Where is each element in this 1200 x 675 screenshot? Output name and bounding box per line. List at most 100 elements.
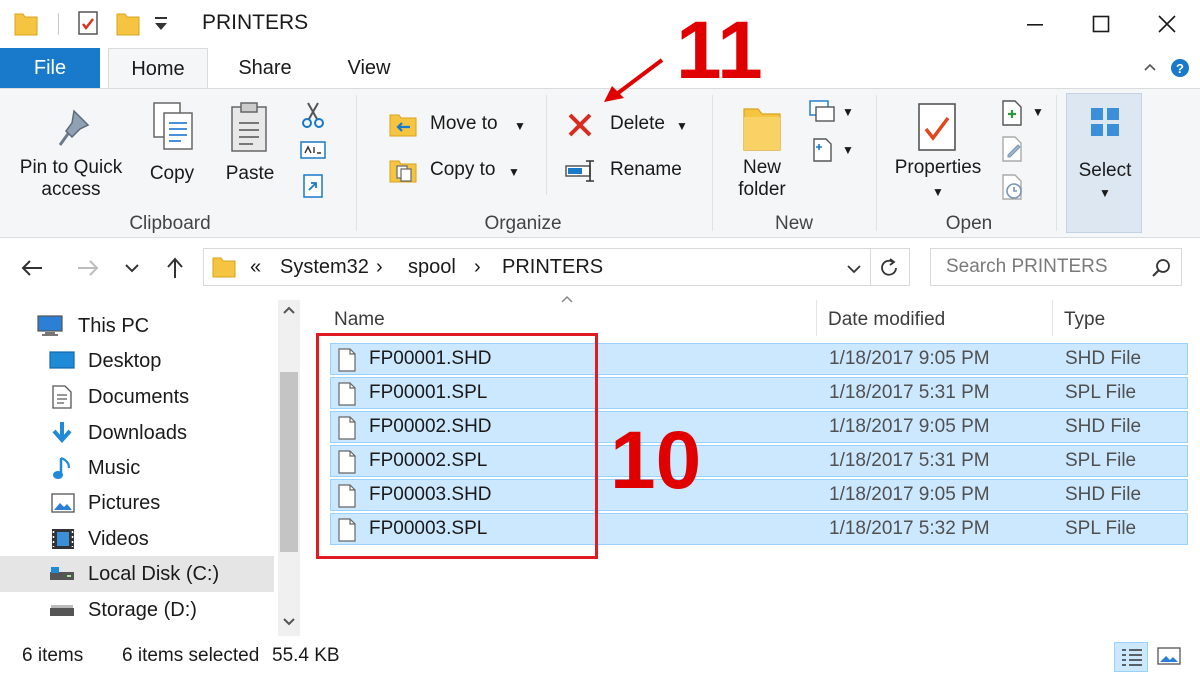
- history-icon[interactable]: [1000, 173, 1026, 201]
- chevron-down-icon[interactable]: [846, 263, 862, 275]
- collapse-ribbon-icon[interactable]: [1142, 60, 1158, 76]
- copy-icon: [153, 102, 193, 150]
- chevron-down-icon: ▼: [508, 165, 520, 179]
- pin-label-line2: access: [41, 179, 101, 200]
- sidebar-item-documents[interactable]: Documents: [0, 379, 278, 415]
- search-icon[interactable]: [1151, 258, 1171, 278]
- maximize-button[interactable]: [1068, 0, 1134, 48]
- column-header-date-modified[interactable]: Date modified: [828, 302, 1048, 338]
- videos-icon: [52, 529, 74, 549]
- tab-file[interactable]: File: [0, 48, 100, 88]
- easy-access-icon: [813, 138, 832, 162]
- documents-icon: [52, 385, 72, 409]
- copy-label: Copy: [149, 163, 195, 184]
- column-header-type[interactable]: Type: [1064, 302, 1184, 338]
- new-folder-button[interactable]: New folder: [726, 95, 798, 205]
- pin-to-quick-access-button[interactable]: Pin to Quick access: [14, 95, 128, 205]
- sidebar-item-label: This PC: [78, 314, 150, 337]
- file-date: 1/18/2017 9:05 PM: [829, 416, 990, 437]
- copy-button[interactable]: Copy: [140, 95, 204, 191]
- scrollbar-thumb[interactable]: [280, 372, 298, 552]
- search-input[interactable]: [931, 249, 1141, 285]
- sidebar-item-videos[interactable]: Videos: [0, 521, 278, 557]
- customize-quick-access-icon[interactable]: [152, 14, 170, 34]
- details-view-button[interactable]: [1114, 642, 1148, 672]
- cut-icon[interactable]: [300, 101, 326, 129]
- open-group-label: Open: [945, 213, 993, 234]
- sidebar-item-downloads[interactable]: Downloads: [0, 415, 278, 451]
- chevron-down-icon: ▼: [932, 185, 944, 199]
- open-button[interactable]: ▼: [998, 99, 1048, 127]
- scroll-down-icon[interactable]: [282, 616, 296, 628]
- close-button[interactable]: [1134, 0, 1200, 48]
- sidebar-item-local-disk-c[interactable]: Local Disk (C:): [0, 556, 274, 592]
- properties-icon[interactable]: [76, 10, 100, 36]
- help-icon[interactable]: ?: [1170, 58, 1190, 78]
- breadcrumb-separator[interactable]: ›: [376, 256, 383, 279]
- edit-icon[interactable]: [1000, 135, 1026, 163]
- sidebar-item-desktop[interactable]: Desktop: [0, 343, 278, 379]
- maximize-icon: [1092, 15, 1110, 33]
- paste-button[interactable]: Paste: [220, 95, 280, 191]
- tab-view[interactable]: View: [330, 48, 408, 88]
- chevron-down-icon: ▼: [514, 119, 526, 133]
- rename-button[interactable]: Rename: [560, 153, 700, 189]
- minimize-icon: [1027, 24, 1043, 26]
- up-arrow-icon[interactable]: [164, 256, 186, 280]
- tab-share[interactable]: Share: [222, 48, 308, 88]
- breadcrumb-spool[interactable]: spool: [408, 256, 456, 279]
- column-separator[interactable]: [816, 300, 817, 336]
- sidebar-item-pictures[interactable]: Pictures: [0, 485, 278, 521]
- scroll-up-icon[interactable]: [282, 304, 296, 316]
- copy-to-label: Copy to: [430, 159, 496, 180]
- pictures-icon: [51, 493, 75, 513]
- tab-home[interactable]: Home: [108, 48, 208, 89]
- column-separator[interactable]: [1052, 300, 1053, 336]
- clipboard-group-label: Clipboard: [129, 213, 211, 234]
- forward-arrow-icon[interactable]: [76, 258, 100, 278]
- group-separator: [356, 95, 357, 231]
- sidebar-item-music[interactable]: Music: [0, 450, 278, 486]
- sidebar-item-this-pc[interactable]: This PC: [0, 308, 278, 344]
- properties-icon: [918, 103, 956, 151]
- back-arrow-icon[interactable]: [20, 258, 44, 278]
- copy-path-icon[interactable]: [300, 139, 326, 161]
- refresh-icon[interactable]: [878, 257, 900, 279]
- navigation-scrollbar[interactable]: [278, 300, 300, 636]
- new-folder-label-line2: folder: [738, 179, 786, 200]
- move-to-button[interactable]: Move to ▼: [384, 107, 534, 143]
- paste-shortcut-icon[interactable]: [302, 173, 324, 199]
- pin-label-line1: Pin to Quick: [19, 157, 123, 178]
- sidebar-item-storage-d[interactable]: Storage (D:): [0, 592, 278, 628]
- group-separator: [712, 95, 713, 231]
- large-icons-view-button[interactable]: [1152, 642, 1186, 672]
- recent-locations-icon[interactable]: [124, 262, 140, 274]
- search-box[interactable]: [930, 248, 1182, 286]
- address-bar[interactable]: « System32 › spool › PRINTERS: [203, 248, 910, 286]
- new-folder-icon[interactable]: [116, 10, 140, 36]
- breadcrumb-system32[interactable]: System32: [280, 256, 369, 279]
- file-date: 1/18/2017 9:05 PM: [829, 484, 990, 505]
- music-icon: [53, 456, 71, 479]
- breadcrumb-printers[interactable]: PRINTERS: [502, 256, 603, 279]
- minimize-button[interactable]: [1002, 0, 1068, 48]
- title-separator: [58, 13, 59, 35]
- group-separator: [546, 95, 547, 195]
- pin-icon: [58, 109, 90, 146]
- copy-to-button[interactable]: Copy to ▼: [384, 153, 534, 189]
- select-button[interactable]: Select ▼: [1066, 93, 1142, 233]
- paste-icon: [231, 102, 267, 152]
- move-to-label: Move to: [430, 113, 498, 134]
- file-type: SHD File: [1065, 416, 1142, 437]
- select-all-icon: [1091, 108, 1119, 136]
- sidebar-item-label: Local Disk (C:): [88, 562, 220, 585]
- delete-button[interactable]: Delete ▼: [560, 107, 700, 143]
- properties-button[interactable]: Properties ▼: [888, 95, 988, 207]
- window-title: PRINTERS: [202, 11, 309, 34]
- sidebar-item-label: Pictures: [88, 491, 161, 514]
- breadcrumb-overflow[interactable]: «: [250, 256, 261, 279]
- new-item-button[interactable]: ▼: [806, 99, 856, 127]
- breadcrumb-separator[interactable]: ›: [474, 256, 481, 279]
- desktop-icon: [49, 351, 75, 369]
- easy-access-button[interactable]: ▼: [806, 135, 856, 165]
